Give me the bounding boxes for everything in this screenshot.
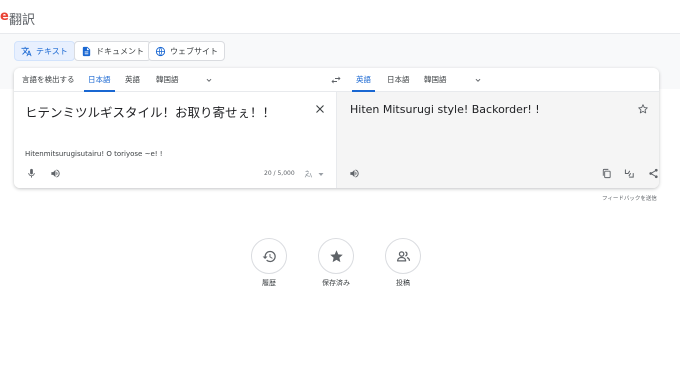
target-panel: Hiten Mitsurugi style! Backorder! ! (336, 92, 659, 188)
clear-source-close-icon[interactable] (314, 103, 326, 115)
source-lang-korean[interactable]: 韓国語 (156, 68, 179, 92)
source-romanization: Hitenmitsurugisutairu! O toriyose ~e! ! (25, 150, 163, 158)
rate-translation-icon[interactable] (624, 168, 636, 179)
document-mode-label: ドキュメント (96, 46, 144, 56)
send-feedback-link[interactable]: フィードバックを送信 (602, 194, 657, 202)
copy-icon[interactable] (601, 168, 612, 179)
community-icon (396, 250, 410, 261)
history-label: 履歴 (262, 279, 276, 287)
website-mode-label: ウェブサイト (170, 46, 218, 56)
source-speaker-icon[interactable] (50, 168, 61, 179)
source-lang-detect[interactable]: 言語を検出する (22, 68, 75, 92)
character-count: 20 / 5,000 (264, 170, 295, 177)
saved-button[interactable]: 保存済み (306, 238, 366, 288)
translate-icon (21, 46, 32, 56)
language-bar: 言語を検出する 日本語 英語 韓国語 英語 日本語 韓国語 (14, 68, 659, 92)
microphone-icon[interactable] (26, 168, 37, 179)
history-icon (262, 250, 276, 262)
source-lang-chevron-down-icon[interactable] (204, 75, 214, 85)
document-mode-button[interactable]: ドキュメント (74, 41, 151, 61)
source-text-input[interactable]: ヒテンミツルギスタイル！お取り寄せぇ！！ (25, 102, 275, 121)
website-mode-button[interactable]: ウェブサイト (148, 41, 225, 61)
source-lang-japanese[interactable]: 日本語 (84, 68, 114, 92)
target-lang-english[interactable]: 英語 (352, 68, 375, 92)
target-speaker-icon[interactable] (349, 168, 360, 179)
save-translation-star-icon[interactable] (637, 103, 649, 115)
target-lang-japanese[interactable]: 日本語 (387, 68, 410, 92)
text-mode-label: テキスト (36, 46, 68, 56)
history-button[interactable]: 履歴 (239, 238, 299, 288)
globe-icon (155, 46, 166, 56)
star-icon (329, 249, 343, 262)
translate-card: 言語を検出する 日本語 英語 韓国語 英語 日本語 韓国語 ヒテンミツルギスタイ… (14, 68, 659, 188)
contribute-label: 投稿 (396, 279, 410, 287)
swap-languages-icon[interactable] (330, 74, 342, 86)
source-lang-english[interactable]: 英語 (125, 68, 140, 92)
history-circle[interactable] (251, 238, 287, 274)
logo[interactable]: e (0, 9, 9, 24)
contribute-button[interactable]: 投稿 (373, 238, 433, 288)
document-icon (82, 46, 91, 56)
translation-output: Hiten Mitsurugi style! Backorder! ! (350, 103, 540, 116)
saved-circle[interactable] (318, 238, 354, 274)
app-header: e 翻訳 (0, 0, 680, 34)
target-lang-chevron-down-icon[interactable] (473, 75, 483, 85)
app-title: 翻訳 (9, 13, 36, 28)
share-icon[interactable] (648, 168, 659, 179)
input-tools-chevron-down-icon[interactable] (318, 172, 324, 177)
source-panel[interactable]: ヒテンミツルギスタイル！お取り寄せぇ！！ Hitenmitsurugisutai… (14, 92, 336, 188)
target-lang-korean[interactable]: 韓国語 (424, 68, 447, 92)
input-tools-icon[interactable] (303, 169, 313, 179)
text-mode-button[interactable]: テキスト (14, 41, 75, 61)
contribute-circle[interactable] (385, 238, 421, 274)
saved-label: 保存済み (322, 279, 350, 287)
